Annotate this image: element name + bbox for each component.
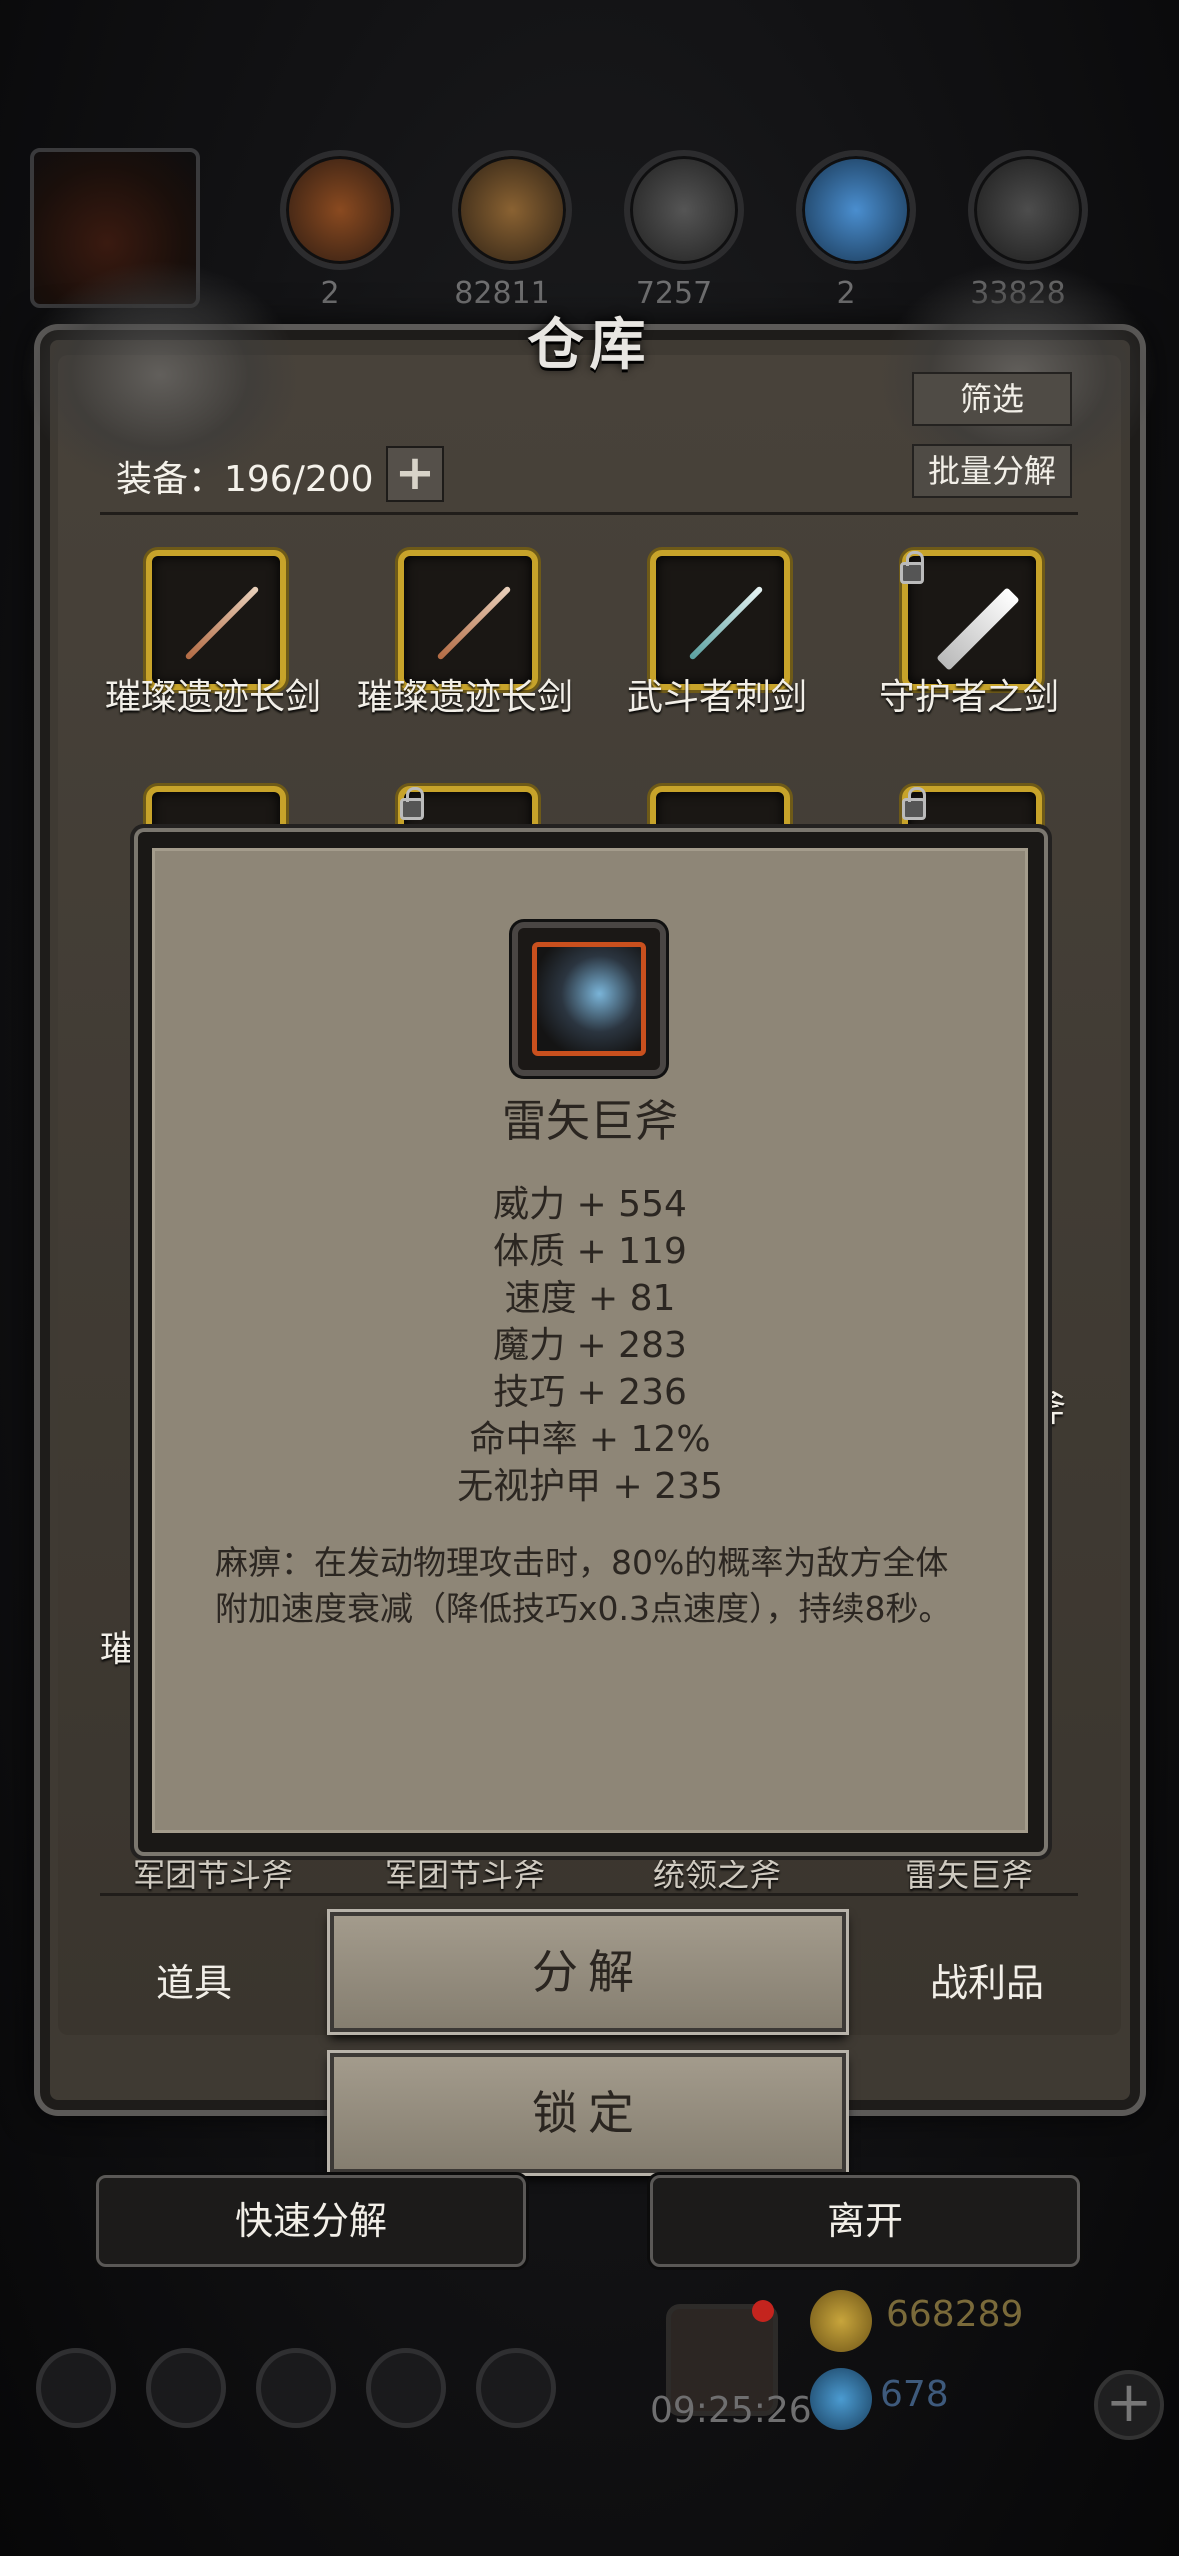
rapier-icon xyxy=(688,585,764,661)
tab-items[interactable]: 道具 xyxy=(156,1952,232,2007)
item-name: 武斗者刺剑 xyxy=(626,677,807,718)
item-effect-description: 麻痹：在发动物理攻击时，80%的概率为敌方全体附加速度衰减（降低技巧x0.3点速… xyxy=(215,1543,952,1628)
achievement-icon[interactable] xyxy=(146,2348,226,2428)
clock: 09:25:26 xyxy=(650,2390,812,2431)
leather-resource-icon xyxy=(280,150,400,270)
item-detail-frame xyxy=(512,922,666,1076)
item-name: 雷矢巨斧 xyxy=(904,1856,1033,1894)
sword-icon xyxy=(184,585,260,661)
item-name: 璀璨遗迹长剑 xyxy=(356,677,573,718)
item-stat: 体质 + 119 xyxy=(493,1231,687,1272)
add-capacity-button[interactable]: + xyxy=(386,446,444,502)
item-name: 军团节斗斧 xyxy=(132,1856,293,1894)
thunder-axe-icon xyxy=(532,942,646,1056)
settings-icon[interactable] xyxy=(36,2348,116,2428)
quick-decompose-button[interactable]: 快速分解 xyxy=(96,2175,526,2267)
shop-icon[interactable] xyxy=(476,2348,556,2428)
gem-icon xyxy=(810,2368,872,2430)
lock-icon xyxy=(900,551,924,584)
decompose-button[interactable]: 分解 xyxy=(330,1912,846,2032)
page-title: 仓库 xyxy=(527,313,652,378)
tab-loot[interactable]: 战利品 xyxy=(930,1952,1044,2007)
lock-icon xyxy=(902,787,926,820)
item-detail-name: 雷矢巨斧 xyxy=(502,1096,678,1147)
sword-icon xyxy=(436,585,512,661)
add-currency-button[interactable]: + xyxy=(1094,2370,1164,2440)
stone-resource-icon xyxy=(968,150,1088,270)
gem-amount: 678 xyxy=(880,2374,949,2415)
wood-resource-icon xyxy=(452,150,572,270)
gold-amount: 668289 xyxy=(886,2294,1024,2335)
item-name-partial: 璀 xyxy=(100,1629,137,1670)
item-stat: 魔力 + 283 xyxy=(493,1325,687,1366)
lock-icon xyxy=(400,787,424,820)
item-stat: 威力 + 554 xyxy=(493,1184,687,1225)
item-stat: 速度 + 81 xyxy=(504,1278,676,1319)
greatsword-icon xyxy=(936,587,1020,671)
crystal-resource-icon xyxy=(796,150,916,270)
item-name: 统领之斧 xyxy=(652,1856,781,1894)
leave-button[interactable]: 离开 xyxy=(650,2175,1080,2267)
filter-button[interactable]: 筛选 xyxy=(912,372,1072,426)
item-name: 璀璨遗迹长剑 xyxy=(104,677,321,718)
batch-decompose-button[interactable]: 批量分解 xyxy=(912,444,1072,498)
mail-icon[interactable] xyxy=(366,2348,446,2428)
item-name: 军团节斗斧 xyxy=(384,1856,545,1894)
notification-dot xyxy=(752,2300,774,2322)
iron-resource-icon xyxy=(624,150,744,270)
item-name: 守护者之剑 xyxy=(878,677,1059,718)
gold-coin-icon xyxy=(810,2290,872,2352)
lock-button[interactable]: 锁定 xyxy=(330,2053,846,2173)
castle-icon[interactable] xyxy=(256,2348,336,2428)
divider xyxy=(100,1893,1078,1896)
equipment-count: 装备：196/200 xyxy=(116,459,374,500)
item-stat: 命中率 + 12% xyxy=(469,1419,711,1460)
item-stat: 无视护甲 + 235 xyxy=(457,1466,723,1507)
divider xyxy=(100,512,1078,515)
item-stat: 技巧 + 236 xyxy=(493,1372,687,1413)
